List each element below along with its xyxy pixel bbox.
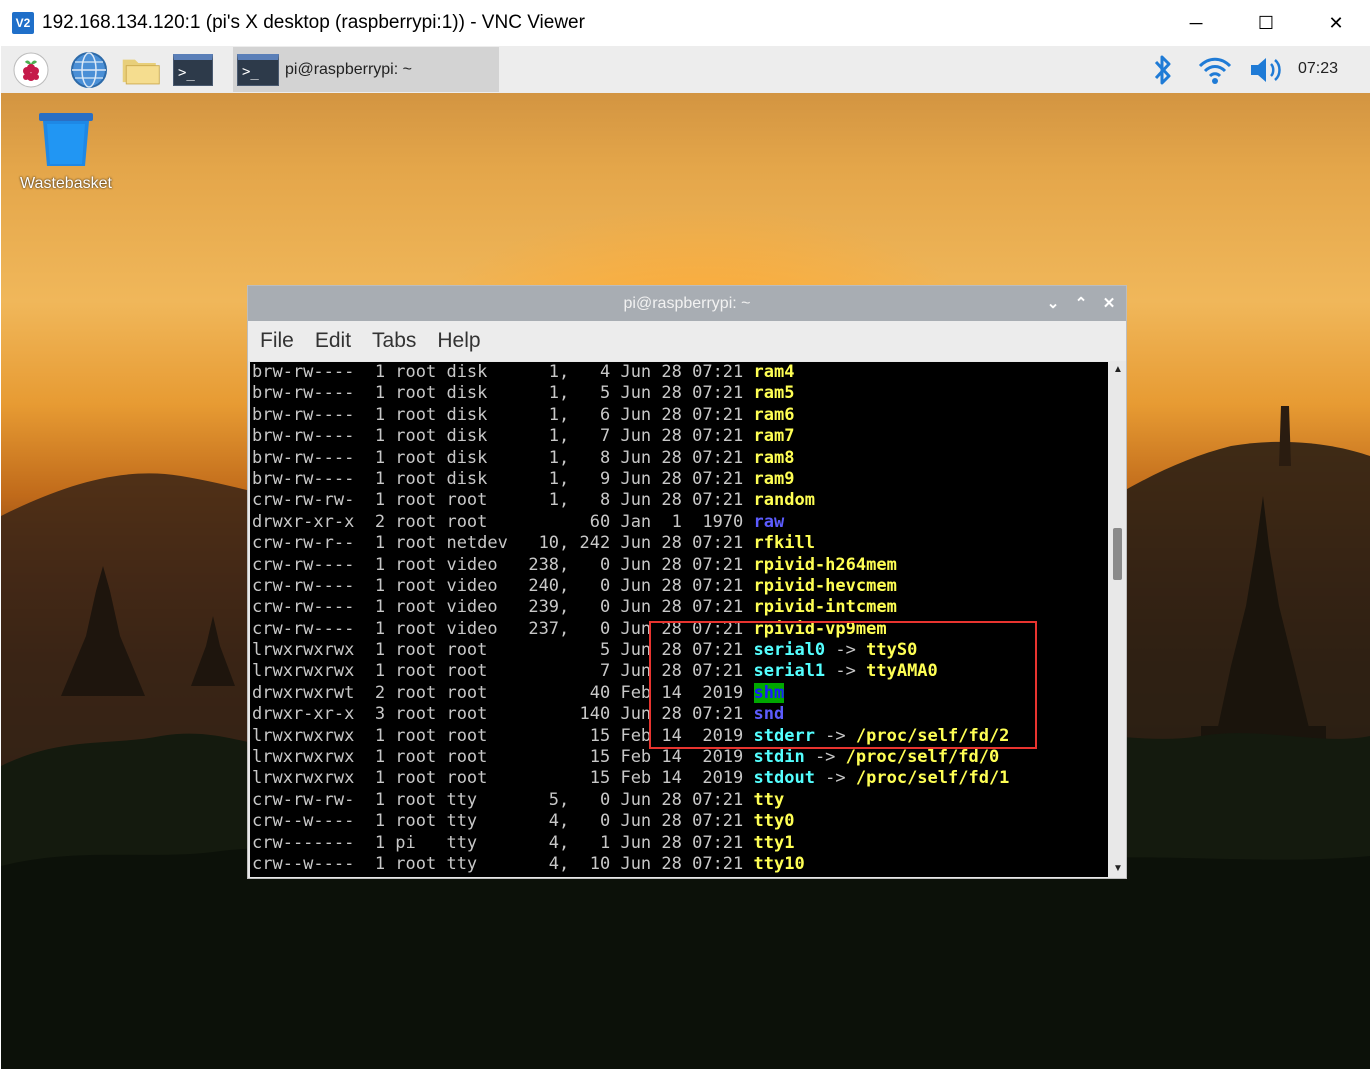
terminal-titlebar[interactable]: pi@raspberrypi: ~ ⌄ ⌃ ✕ (248, 286, 1126, 321)
window-controls: ─ ☐ ✕ (1161, 0, 1371, 46)
file-metadata: crw--w---- 1 root tty 4, 0 Jun 28 07:21 (252, 811, 754, 832)
terminal-line: brw-rw---- 1 root disk 1, 6 Jun 28 07:21… (250, 405, 1108, 426)
scroll-up-arrow-icon[interactable]: ▲ (1112, 364, 1124, 376)
file-name: ram8 (753, 447, 795, 468)
file-metadata: lrwxrwxrwx 1 root root 15 Feb 14 2019 (252, 747, 754, 768)
vnc-titlebar: V2 192.168.134.120:1 (pi's X desktop (ra… (0, 0, 1371, 46)
scroll-down-arrow-icon[interactable]: ▼ (1112, 863, 1124, 875)
file-name: random (753, 490, 815, 511)
terminal-menubar: File Edit Tabs Help (248, 321, 1126, 361)
scrollbar-thumb[interactable] (1113, 528, 1122, 580)
file-name: stdin (753, 747, 805, 768)
terminal-window-controls: ⌄ ⌃ ✕ (1046, 294, 1116, 312)
terminal-line: lrwxrwxrwx 1 root root 15 Feb 14 2019 st… (250, 747, 1108, 768)
file-metadata: crw------- 1 pi tty 4, 1 Jun 28 07:21 (252, 832, 754, 853)
terminal-line: crw------- 1 pi tty 4, 1 Jun 28 07:21 tt… (250, 833, 1108, 854)
maximize-icon[interactable]: ⌃ (1074, 294, 1088, 312)
file-name: tty (753, 789, 785, 810)
file-metadata: crw-rw-r-- 1 root netdev 10, 242 Jun 28 … (252, 533, 754, 554)
file-metadata: lrwxrwxrwx 1 root root 15 Feb 14 2019 (252, 768, 754, 789)
menu-tabs[interactable]: Tabs (372, 329, 416, 353)
taskbar-terminal-task[interactable]: >_ pi@raspberrypi: ~ (233, 47, 499, 92)
menu-help[interactable]: Help (437, 329, 480, 353)
file-name: ram4 (753, 362, 795, 382)
file-name: ram5 (753, 383, 795, 404)
symlink-arrow: -> (804, 747, 846, 768)
file-name: rpivid-intcmem (753, 597, 897, 618)
close-button[interactable]: ✕ (1301, 0, 1371, 46)
terminal-line: brw-rw---- 1 root disk 1, 4 Jun 28 07:21… (250, 362, 1108, 383)
file-metadata: brw-rw---- 1 root disk 1, 5 Jun 28 07:21 (252, 383, 754, 404)
remote-desktop: >_ >_ pi@raspberrypi: ~ 07:23 Wastebaske… (1, 46, 1370, 1069)
file-name: rfkill (753, 533, 815, 554)
wastebasket-label: Wastebasket (20, 175, 112, 192)
file-metadata: brw-rw---- 1 root disk 1, 4 Jun 28 07:21 (252, 362, 754, 382)
file-name: ram9 (753, 468, 795, 489)
terminal-icon[interactable]: >_ (173, 51, 213, 89)
file-metadata: brw-rw---- 1 root disk 1, 6 Jun 28 07:21 (252, 404, 754, 425)
vnc-viewer-logo-icon: V2 (12, 12, 34, 34)
file-metadata: crw-rw-rw- 1 root tty 5, 0 Jun 28 07:21 (252, 789, 754, 810)
taskbar: >_ >_ pi@raspberrypi: ~ 07:23 (1, 46, 1370, 93)
file-metadata: drwxr-xr-x 2 root root 60 Jan 1 1970 (252, 511, 754, 532)
symlink-arrow: -> (814, 768, 856, 789)
bluetooth-icon[interactable] (1143, 51, 1183, 89)
file-name: rpivid-hevcmem (753, 575, 897, 596)
minimize-icon[interactable]: ⌄ (1046, 294, 1060, 312)
file-name: tty0 (753, 811, 795, 832)
clock: 07:23 (1297, 60, 1338, 77)
wastebasket-icon (39, 113, 93, 166)
terminal-output[interactable]: brw-rw---- 1 root disk 1, 4 Jun 28 07:21… (250, 362, 1108, 877)
terminal-line: crw-rw---- 1 root video 239, 0 Jun 28 07… (250, 597, 1108, 618)
file-metadata: crw-rw---- 1 root video 240, 0 Jun 28 07… (252, 575, 754, 596)
task-label: pi@raspberrypi: ~ (285, 60, 412, 78)
wastebasket-desktop-icon[interactable]: Wastebasket (11, 110, 121, 193)
symlink-target: /proc/self/fd/0 (845, 747, 1000, 768)
file-metadata: crw-rw-rw- 1 root root 1, 8 Jun 28 07:21 (252, 490, 754, 511)
terminal-line: lrwxrwxrwx 1 root root 15 Feb 14 2019 st… (250, 768, 1108, 789)
file-metadata: brw-rw---- 1 root disk 1, 8 Jun 28 07:21 (252, 447, 754, 468)
terminal-line: crw-rw---- 1 root video 240, 0 Jun 28 07… (250, 576, 1108, 597)
terminal-title: pi@raspberrypi: ~ (623, 295, 751, 312)
menu-file[interactable]: File (260, 329, 294, 353)
terminal-line: brw-rw---- 1 root disk 1, 5 Jun 28 07:21… (250, 383, 1108, 404)
file-name: tty1 (753, 832, 795, 853)
terminal-line: brw-rw---- 1 root disk 1, 7 Jun 28 07:21… (250, 426, 1108, 447)
volume-icon[interactable] (1247, 51, 1287, 89)
terminal-line: crw--w---- 1 root tty 4, 10 Jun 28 07:21… (250, 854, 1108, 875)
terminal-window: pi@raspberrypi: ~ ⌄ ⌃ ✕ File Edit Tabs H… (247, 285, 1127, 879)
terminal-line: crw-rw---- 1 root video 238, 0 Jun 28 07… (250, 555, 1108, 576)
file-name: tty10 (753, 853, 805, 874)
file-name: raw (753, 511, 785, 532)
file-name: ram6 (753, 404, 795, 425)
raspberry-menu-icon[interactable] (11, 51, 51, 89)
file-name: stdout (753, 768, 815, 789)
terminal-icon: >_ (237, 53, 279, 86)
terminal-line: crw--w---- 1 root tty 4, 0 Jun 28 07:21 … (250, 811, 1108, 832)
file-name: ram7 (753, 426, 795, 447)
symlink-target: /proc/self/fd/1 (855, 768, 1010, 789)
minimize-button[interactable]: ─ (1161, 0, 1231, 46)
file-metadata: crw-rw---- 1 root video 238, 0 Jun 28 07… (252, 554, 754, 575)
menu-edit[interactable]: Edit (315, 329, 351, 353)
file-metadata: crw-rw---- 1 root video 239, 0 Jun 28 07… (252, 597, 754, 618)
terminal-line: brw-rw---- 1 root disk 1, 9 Jun 28 07:21… (250, 469, 1108, 490)
terminal-line: crw-rw-rw- 1 root tty 5, 0 Jun 28 07:21 … (250, 790, 1108, 811)
terminal-line: drwxr-xr-x 2 root root 60 Jan 1 1970 raw (250, 512, 1108, 533)
file-metadata: brw-rw---- 1 root disk 1, 9 Jun 28 07:21 (252, 468, 754, 489)
file-metadata: brw-rw---- 1 root disk 1, 7 Jun 28 07:21 (252, 426, 754, 447)
terminal-line: crw-rw-rw- 1 root root 1, 8 Jun 28 07:21… (250, 490, 1108, 511)
web-browser-icon[interactable] (69, 51, 109, 89)
file-metadata: crw--w---- 1 root tty 4, 10 Jun 28 07:21 (252, 853, 754, 874)
highlight-annotation-box (649, 621, 1037, 749)
vnc-window-title: 192.168.134.120:1 (pi's X desktop (raspb… (42, 12, 585, 33)
file-name: rpivid-h264mem (753, 554, 897, 575)
terminal-scrollbar[interactable]: ▲ ▼ (1110, 362, 1126, 877)
wifi-icon[interactable] (1195, 51, 1235, 89)
maximize-button[interactable]: ☐ (1231, 0, 1301, 46)
file-manager-icon[interactable] (121, 51, 161, 89)
terminal-line: crw-rw-r-- 1 root netdev 10, 242 Jun 28 … (250, 533, 1108, 554)
terminal-line: brw-rw---- 1 root disk 1, 8 Jun 28 07:21… (250, 448, 1108, 469)
close-icon[interactable]: ✕ (1102, 294, 1116, 312)
